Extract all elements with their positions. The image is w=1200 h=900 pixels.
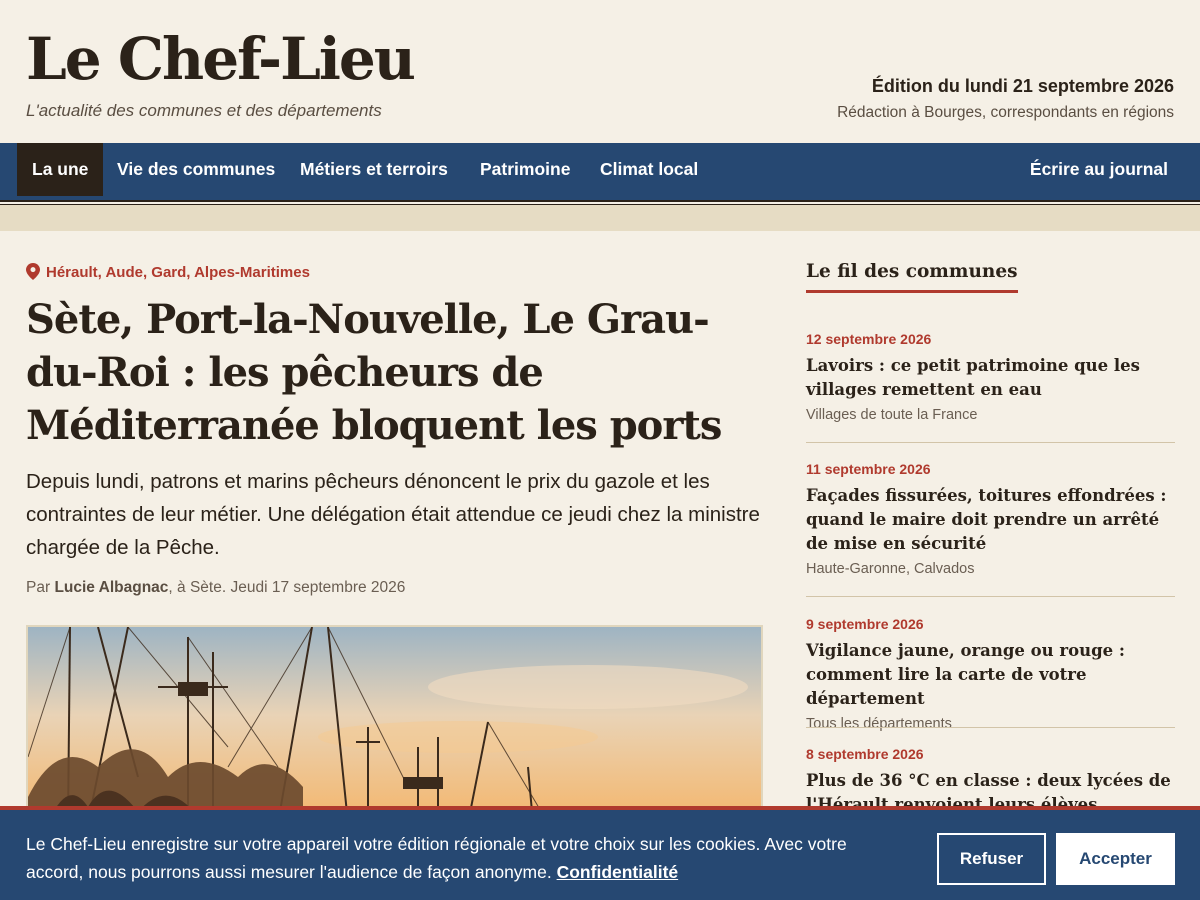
sidebar-item[interactable]: 12 septembre 2026 Lavoirs : ce petit pat… xyxy=(806,330,1175,425)
item-date: 8 septembre 2026 xyxy=(806,746,924,762)
fishing-port-image xyxy=(28,627,761,823)
privacy-link[interactable]: Confidentialité xyxy=(557,862,679,882)
cookie-banner: Le Chef-Lieu enregistre sur votre appare… xyxy=(0,806,1200,900)
sidebar-divider xyxy=(806,442,1175,443)
redaction-info: Rédaction à Bourges, correspondants en r… xyxy=(837,104,1174,121)
item-location: Haute-Garonne, Calvados xyxy=(806,561,975,577)
nav-divider xyxy=(0,200,1200,202)
nav-item-metiers-et-terroirs[interactable]: Métiers et terroirs xyxy=(300,143,448,196)
write-to-journal-link[interactable]: Écrire au journal xyxy=(1030,143,1168,196)
article-headline[interactable]: Sète, Port-la-Nouvelle, Le Grau-du-Roi :… xyxy=(26,293,756,452)
nav-item-patrimoine[interactable]: Patrimoine xyxy=(480,143,570,196)
article-byline: Par Lucie Albagnac, à Sète. Jeudi 17 sep… xyxy=(26,579,405,597)
cookie-message: Le Chef-Lieu enregistre sur votre appare… xyxy=(26,830,906,886)
item-date: 11 septembre 2026 xyxy=(806,461,931,477)
nav-item-la-une[interactable]: La une xyxy=(17,143,104,196)
article-kicker[interactable]: Hérault, Aude, Gard, Alpes-Maritimes xyxy=(26,263,310,281)
article-lede: Depuis lundi, patrons et marins pêcheurs… xyxy=(26,470,760,559)
site-logo[interactable]: Le Chef-Lieu xyxy=(26,24,416,94)
sidebar-item[interactable]: 11 septembre 2026 Façades fissurées, toi… xyxy=(806,460,1175,579)
edition-date: Édition du lundi 21 septembre 2026 xyxy=(871,76,1174,96)
item-date: 9 septembre 2026 xyxy=(806,616,924,632)
location-pin-icon xyxy=(26,263,40,280)
cookie-text: Le Chef-Lieu enregistre sur votre appare… xyxy=(26,834,847,882)
sidebar-divider xyxy=(806,596,1175,597)
accept-cookies-button[interactable]: Accepter xyxy=(1056,833,1175,885)
sidebar-title: Le fil des communes xyxy=(806,261,1018,293)
item-title[interactable]: Vigilance jaune, orange ou rouge : comme… xyxy=(806,639,1175,711)
byline-prefix: Par xyxy=(26,579,51,596)
author-name[interactable]: Lucie Albagnac xyxy=(54,579,168,596)
nav-item-vie-des-communes[interactable]: Vie des communes xyxy=(117,143,275,196)
decorative-band xyxy=(0,204,1200,231)
sidebar-divider xyxy=(806,727,1175,728)
masthead: Le Chef-Lieu L'actualité des communes et… xyxy=(0,0,1200,143)
sidebar-item[interactable]: 9 septembre 2026 Vigilance jaune, orange… xyxy=(806,615,1175,734)
refuse-cookies-button[interactable]: Refuser xyxy=(937,833,1046,885)
article-photo xyxy=(26,625,763,825)
kicker-label: Hérault, Aude, Gard, Alpes-Maritimes xyxy=(46,264,310,281)
main-nav: La une Vie des communes Métiers et terro… xyxy=(0,143,1200,200)
item-date: 12 septembre 2026 xyxy=(806,331,932,347)
item-location: Tous les départements xyxy=(806,716,952,732)
site-tagline: L'actualité des communes et des départem… xyxy=(26,101,382,120)
nav-item-climat-local[interactable]: Climat local xyxy=(600,143,698,196)
byline-details: , à Sète. Jeudi 17 septembre 2026 xyxy=(168,579,406,596)
item-title[interactable]: Lavoirs : ce petit patrimoine que les vi… xyxy=(806,354,1175,402)
item-title[interactable]: Façades fissurées, toitures effondrées :… xyxy=(806,484,1175,556)
item-location: Villages de toute la France xyxy=(806,407,978,423)
